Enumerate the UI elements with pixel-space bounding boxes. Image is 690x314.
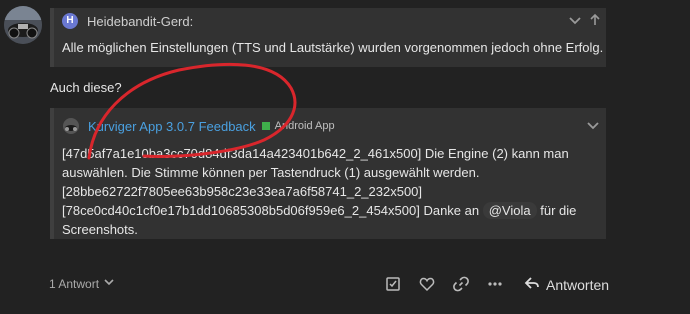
post-avatar[interactable] bbox=[4, 6, 42, 44]
quote-controls bbox=[568, 13, 602, 27]
quoted-topic-link[interactable]: Kurviger App 3.0.7 Feedback bbox=[88, 119, 256, 134]
quote-block-1: H Heidebandit-Gerd: Alle möglichen Einst… bbox=[50, 8, 606, 67]
topic-avatar-icon bbox=[63, 118, 79, 134]
reply-arrow-icon bbox=[524, 275, 540, 294]
category-label: Android App bbox=[274, 120, 335, 132]
replies-toggle[interactable]: 1 Antwort bbox=[49, 276, 115, 291]
category-color-swatch bbox=[261, 122, 270, 130]
replies-count: 1 Antwort bbox=[49, 276, 100, 291]
quote-controls bbox=[586, 118, 600, 132]
quote-line: Screenshots. bbox=[62, 222, 138, 237]
quote-header: Kurviger App 3.0.7 Feedback Android App bbox=[63, 118, 335, 134]
post-footer: 1 Antwort Antworten bbox=[49, 276, 609, 294]
quote-line: [78ce0cd40c1cf0e17b1dd10685308b5d06f959e… bbox=[62, 201, 592, 220]
user-mention[interactable]: @Viola bbox=[482, 202, 537, 219]
quote-header: H Heidebandit-Gerd: bbox=[62, 12, 193, 30]
category-badge[interactable]: Android App bbox=[261, 120, 335, 132]
reply-button[interactable]: Antworten bbox=[524, 275, 609, 294]
quote-username: Heidebandit-Gerd: bbox=[87, 13, 194, 29]
more-icon[interactable] bbox=[487, 276, 503, 292]
checkbox-icon[interactable] bbox=[385, 276, 401, 292]
quote-user-avatar[interactable]: H bbox=[62, 13, 78, 29]
arrow-up-icon[interactable] bbox=[588, 13, 602, 27]
quote-line-text: für die bbox=[540, 203, 577, 218]
chevron-down-icon[interactable] bbox=[586, 118, 600, 132]
quote-text: Alle möglichen Einstellungen (TTS und La… bbox=[62, 40, 604, 55]
quote-text: [47d5af7a1e10ba3cc70d84df3da14a423401b64… bbox=[62, 144, 592, 239]
link-icon[interactable] bbox=[453, 276, 469, 292]
heart-icon[interactable] bbox=[419, 276, 435, 292]
quote-line-text: [78ce0cd40c1cf0e17b1dd10685308b5d06f959e… bbox=[62, 203, 480, 218]
post-text: Auch diese? bbox=[50, 80, 122, 95]
quote-line: auswählen. Die Stimme können per Tastend… bbox=[62, 165, 480, 180]
quote-line: [47d5af7a1e10ba3cc70d84df3da14a423401b64… bbox=[62, 146, 569, 161]
chevron-down-icon[interactable] bbox=[568, 13, 582, 27]
reply-label: Antworten bbox=[546, 276, 610, 293]
quote-block-2: Kurviger App 3.0.7 Feedback Android App … bbox=[50, 108, 606, 239]
quote-line: [28bbe62722f7805ee63b958c23e33ea7a6f5874… bbox=[62, 184, 423, 199]
chevron-down-icon bbox=[103, 276, 115, 291]
